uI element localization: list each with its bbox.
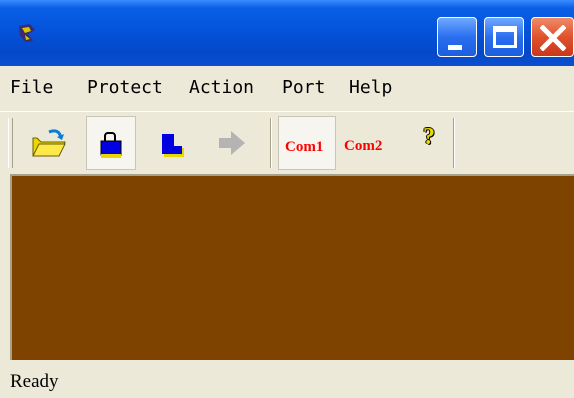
status-text: Ready [10, 371, 59, 392]
open-button[interactable] [22, 116, 72, 170]
menu-action[interactable]: Action [189, 77, 254, 98]
minimize-button[interactable] [437, 17, 477, 57]
forward-arrow-icon [219, 131, 245, 155]
lock-icon [100, 132, 122, 158]
help-icon[interactable]: ? [423, 124, 435, 151]
status-bar: Ready [0, 360, 574, 398]
toolbar-divider [453, 118, 455, 168]
forward-button[interactable] [208, 116, 258, 170]
toolbar-divider [270, 118, 272, 168]
protect-button[interactable] [86, 116, 136, 170]
minimize-icon [448, 45, 462, 50]
com2-label: Com2 [344, 138, 383, 154]
close-button[interactable] [531, 17, 574, 57]
com1-label: Com1 [285, 139, 324, 155]
toolbar-grip[interactable] [8, 118, 13, 168]
app-icon[interactable] [16, 22, 38, 44]
toolbar: Com1 Com2 ? [8, 112, 574, 174]
com1-button[interactable]: Com1 [278, 116, 336, 170]
open-folder-icon [32, 129, 66, 157]
menu-help[interactable]: Help [349, 77, 392, 98]
maximize-icon [493, 26, 517, 48]
title-bar[interactable] [0, 0, 574, 66]
unlock-icon [162, 134, 184, 157]
close-icon [540, 25, 566, 51]
menu-port[interactable]: Port [282, 77, 325, 98]
maximize-button[interactable] [484, 17, 524, 57]
unprotect-button[interactable] [148, 116, 198, 170]
menu-bar: File Protect Action Port Help [0, 66, 574, 112]
client-area[interactable] [10, 174, 574, 360]
menu-protect[interactable]: Protect [87, 77, 163, 98]
com2-button[interactable]: Com2 [338, 116, 396, 170]
menu-file[interactable]: File [10, 77, 53, 98]
